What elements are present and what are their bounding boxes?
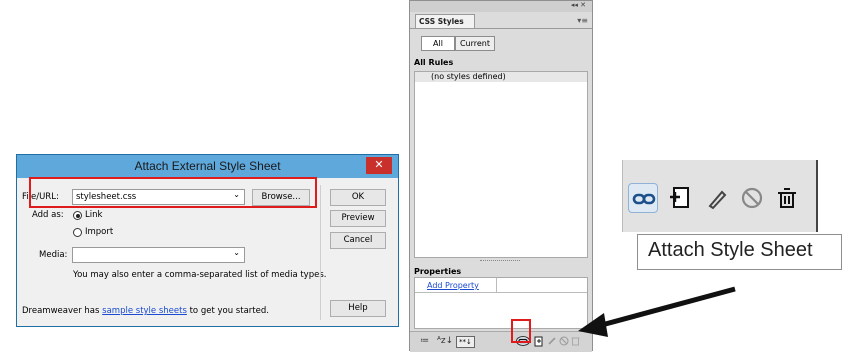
file-url-highlight bbox=[29, 177, 317, 208]
sample-style-sheets-link[interactable]: sample style sheets bbox=[102, 306, 187, 316]
radio-link[interactable] bbox=[73, 211, 82, 220]
mode-all-button[interactable]: All bbox=[421, 36, 455, 51]
add-as-label: Add as: bbox=[32, 210, 64, 220]
trash-icon[interactable] bbox=[772, 183, 802, 213]
new-css-rule-icon[interactable] bbox=[534, 336, 544, 350]
zoomed-toolbar bbox=[622, 160, 818, 232]
chevron-down-icon[interactable]: ⌄ bbox=[233, 248, 240, 257]
media-field[interactable]: ⌄ bbox=[72, 247, 245, 263]
footer-prefix: Dreamweaver has bbox=[22, 306, 103, 316]
attach-style-sheet-tooltip: Attach Style Sheet bbox=[637, 234, 842, 270]
zoom-divider bbox=[622, 160, 623, 232]
properties-row-divider bbox=[415, 292, 587, 293]
list-item[interactable]: (no styles defined) bbox=[415, 72, 587, 82]
cancel-button[interactable]: Cancel bbox=[330, 232, 386, 249]
link-icon[interactable] bbox=[628, 183, 658, 213]
rules-list[interactable]: (no styles defined) bbox=[414, 71, 588, 258]
tab-divider bbox=[410, 28, 592, 29]
collapse-close-icon[interactable]: ◂◂ ✕ bbox=[571, 1, 586, 9]
edit-rule-icon[interactable] bbox=[547, 336, 557, 349]
panel-topbar: ◂◂ ✕ bbox=[410, 1, 592, 12]
preview-button[interactable]: Preview bbox=[330, 210, 386, 227]
footer-suffix: to get you started. bbox=[186, 306, 269, 316]
alphabetical-view-icon[interactable]: ᴬz↓ bbox=[437, 336, 453, 346]
category-view-icon[interactable]: ≔ bbox=[420, 336, 429, 346]
media-label: Media: bbox=[39, 250, 68, 260]
media-hint: You may also enter a comma-separated lis… bbox=[73, 270, 327, 280]
properties-column-divider bbox=[496, 278, 497, 292]
radio-import-label: Import bbox=[85, 227, 114, 237]
close-button[interactable]: ✕ bbox=[366, 157, 392, 174]
pointer-arrow bbox=[578, 286, 736, 337]
set-properties-view-icon[interactable]: **↓ bbox=[456, 336, 475, 348]
properties-heading: Properties bbox=[414, 267, 462, 276]
radio-import[interactable] bbox=[73, 228, 82, 237]
panel-menu-icon[interactable]: ▾≡ bbox=[577, 16, 588, 25]
attach-icon-highlight bbox=[511, 319, 531, 343]
properties-grid: Add Property bbox=[414, 277, 588, 329]
edit-icon[interactable] bbox=[702, 183, 732, 213]
dialog-title: Attach External Style Sheet bbox=[134, 159, 281, 173]
mode-current-button[interactable]: Current bbox=[455, 36, 495, 51]
tab-css-styles[interactable]: CSS Styles bbox=[415, 14, 475, 28]
pane-resize-handle[interactable] bbox=[480, 260, 520, 261]
footer-text: Dreamweaver has sample style sheets to g… bbox=[22, 306, 269, 316]
attach-external-style-sheet-dialog: Attach External Style Sheet ✕ File/URL: … bbox=[16, 154, 399, 327]
panel-bottom-toolbar: ≔ ᴬz↓ **↓ bbox=[410, 331, 592, 352]
button-column-divider bbox=[320, 185, 321, 320]
help-button[interactable]: Help bbox=[330, 300, 386, 317]
new-rule-icon[interactable] bbox=[666, 183, 696, 213]
ok-button[interactable]: OK bbox=[330, 189, 386, 206]
css-styles-panel: ◂◂ ✕ CSS Styles ▾≡ All Current All Rules… bbox=[409, 0, 593, 352]
disable-icon[interactable] bbox=[559, 336, 569, 349]
radio-link-label: Link bbox=[85, 210, 103, 220]
disable-icon[interactable] bbox=[737, 183, 767, 213]
add-property-link[interactable]: Add Property bbox=[427, 281, 479, 290]
all-rules-heading: All Rules bbox=[414, 58, 454, 67]
dialog-title-bar: Attach External Style Sheet ✕ bbox=[17, 155, 398, 178]
